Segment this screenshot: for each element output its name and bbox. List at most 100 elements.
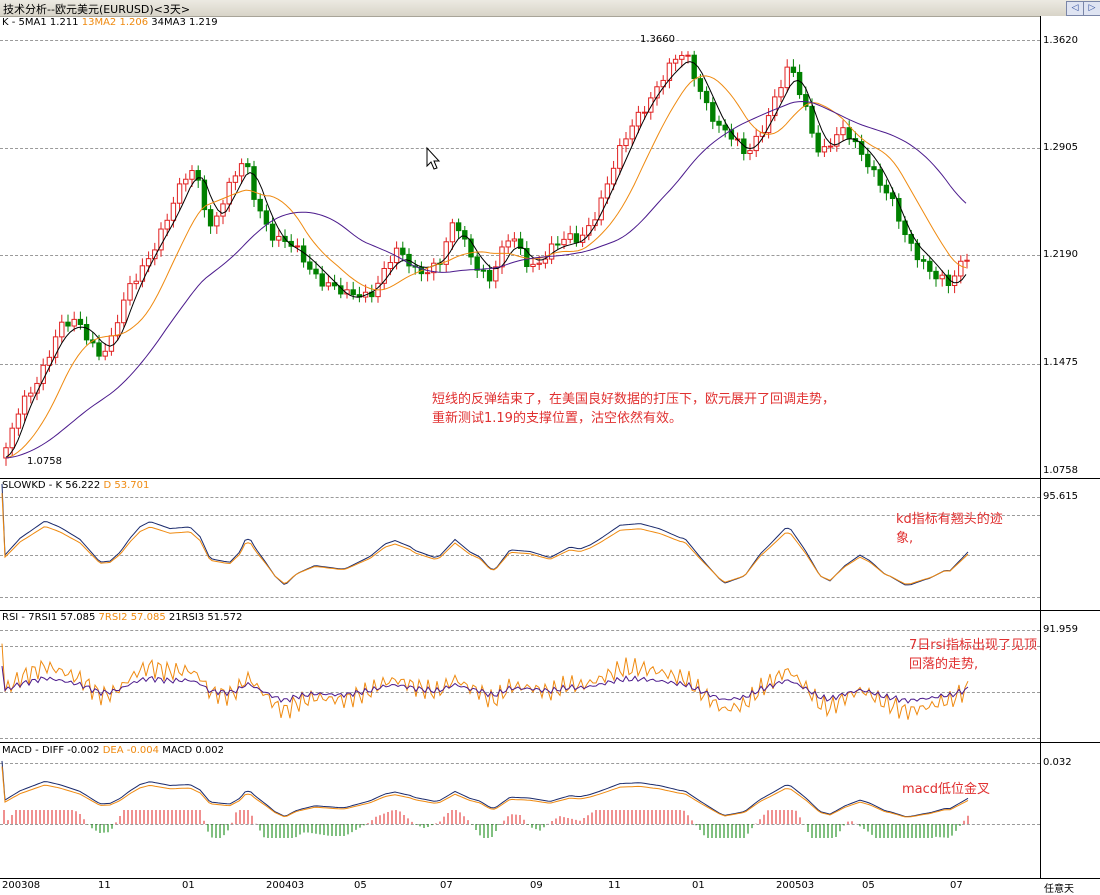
candle-body <box>610 167 617 185</box>
candle-body <box>555 243 561 246</box>
candle-body <box>462 230 468 240</box>
candle-body <box>846 127 852 140</box>
candle-body <box>238 163 245 177</box>
candle-body <box>102 350 108 357</box>
price-axis-label: 1.2190 <box>1043 249 1078 260</box>
candle-body <box>449 222 456 243</box>
price-axis-label: 1.3620 <box>1043 35 1078 46</box>
candle-body <box>784 66 790 89</box>
kd-annotation-line: kd指标有翘头的迹 <box>896 512 1003 527</box>
candle-body <box>207 209 214 227</box>
x-axis-label: 01 <box>182 880 195 891</box>
candle-body <box>883 184 890 194</box>
candle-body <box>865 153 871 168</box>
candle-body <box>747 150 753 154</box>
candle-body <box>703 90 710 104</box>
candle-body <box>821 146 828 153</box>
candle-body <box>561 238 567 246</box>
candle-body <box>815 132 821 153</box>
kd-k-line <box>1 483 969 586</box>
candle-body <box>623 138 629 147</box>
candle-body <box>214 215 220 227</box>
kd-annotation: kd指标有翘头的迹 象, <box>896 510 1003 548</box>
period-selector-button[interactable]: 任意天 <box>1044 880 1074 895</box>
candle-body <box>629 125 635 140</box>
kd-panel-label: SLOWKD - K 56.222 D 53.701 <box>2 480 149 491</box>
price-axis-label: 1.2905 <box>1043 142 1078 153</box>
candle-body <box>809 105 815 134</box>
candle-body <box>939 274 945 280</box>
candle-body <box>400 247 406 255</box>
candle-body <box>567 233 573 240</box>
candle-body <box>958 260 964 277</box>
candle-body <box>530 263 536 268</box>
candle-body <box>548 243 555 260</box>
price-annotation-line: 短线的反弹结束了，在美国良好数据的打压下，欧元展开了回调走势， <box>432 392 836 407</box>
kd-d-legend: D 53.701 <box>103 480 150 491</box>
candle-body <box>164 219 170 230</box>
candle-body <box>9 427 15 449</box>
mouse-cursor-icon <box>426 146 441 170</box>
rsi2-legend: 7RSI2 57.085 <box>98 612 166 623</box>
next-button[interactable]: ▷ <box>1083 1 1100 16</box>
candle-body <box>189 170 195 180</box>
candle-body <box>232 175 239 183</box>
candle-body <box>114 322 121 337</box>
candle-body <box>778 87 784 98</box>
candle-body <box>679 54 685 60</box>
x-axis-label: 200308 <box>2 880 41 891</box>
rsi-annotation-line: 7日rsi指标出现了见顶 <box>909 638 1038 653</box>
candle-body <box>325 282 332 287</box>
candle-body <box>350 289 356 296</box>
candle-body <box>486 269 493 282</box>
candle-body <box>108 335 115 352</box>
candle-body <box>641 111 648 114</box>
candle-body <box>21 395 28 415</box>
candle-body <box>319 273 325 287</box>
candle-body <box>121 299 127 324</box>
rsi1-legend: 7RSI1 57.085 <box>28 612 96 623</box>
low-price-label: 1.0758 <box>27 456 62 467</box>
rsi-axis-label: 91.959 <box>1043 624 1078 635</box>
candle-body <box>871 166 877 171</box>
kd-axis-label: 95.615 <box>1043 491 1078 502</box>
candle-body <box>276 235 282 241</box>
candle-body <box>387 262 394 270</box>
time-axis <box>0 878 1100 895</box>
rsi-panel-label: RSI - 7RSI1 57.085 7RSI2 57.085 21RSI3 5… <box>2 612 242 623</box>
candle-body <box>59 321 65 338</box>
candle-body <box>573 233 580 243</box>
candle-body <box>877 169 883 186</box>
candle-body <box>617 145 623 169</box>
price-annotation: 短线的反弹结束了，在美国良好数据的打压下，欧元展开了回调走势， 重新测试1.19… <box>432 390 835 428</box>
prev-button[interactable]: ◁ <box>1066 1 1084 16</box>
candle-body <box>710 102 716 122</box>
candle-body <box>542 258 549 264</box>
candle-body <box>691 54 697 80</box>
candle-body <box>127 283 133 301</box>
candle-body <box>536 262 542 265</box>
macd-diff-line <box>1 760 969 817</box>
candle-body <box>220 203 226 217</box>
candle-body <box>474 256 480 271</box>
candle-body <box>827 145 834 148</box>
price-axis-label: 1.0758 <box>1043 465 1078 476</box>
candle-body <box>65 321 71 327</box>
ma3-legend: 34MA3 1.219 <box>151 17 218 28</box>
candle-body <box>685 54 691 57</box>
rsi-annotation-line: 回落的走势, <box>909 657 979 672</box>
x-axis-label: 200503 <box>776 880 815 891</box>
candle-body <box>604 183 611 199</box>
candle-body <box>83 323 90 341</box>
candle-body <box>176 183 183 204</box>
candle-body <box>133 280 139 285</box>
rsi-annotation: 7日rsi指标出现了见顶 回落的走势, <box>909 636 1037 674</box>
x-axis-label: 07 <box>950 880 963 891</box>
x-axis-label: 05 <box>354 880 367 891</box>
candle-body <box>71 318 77 327</box>
candle-body <box>96 342 102 357</box>
kd-k-legend: K 56.222 <box>55 480 101 491</box>
candle-body <box>183 178 189 185</box>
candle-body <box>920 259 927 262</box>
candle-body <box>480 269 487 272</box>
